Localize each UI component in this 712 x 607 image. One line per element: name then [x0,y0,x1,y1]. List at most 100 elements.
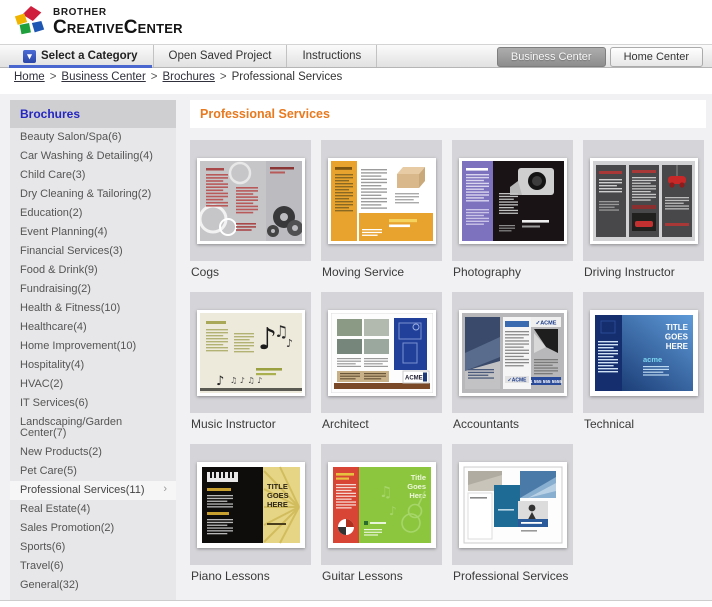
template-card[interactable] [190,140,311,261]
template-thumbnail [590,158,698,244]
tab-select-a-category[interactable]: ▾Select a Category [8,45,154,67]
sidebar-item-beauty-salon-spa[interactable]: Beauty Salon/Spa(6) [10,128,176,147]
svg-text:acme: acme [643,355,662,364]
sidebar-item-label: Landscaping/Garden Center(7) [20,416,122,439]
template-card-photography: Photography [452,140,573,284]
sidebar-item-label: Real Estate(4) [20,503,90,515]
sidebar-item-landscaping-garden-center[interactable]: Landscaping/Garden Center(7) [10,413,176,443]
sidebar-item-label: IT Services(6) [20,397,88,409]
sidebar-item-general[interactable]: General(32) [10,576,176,595]
template-name: Professional Services [453,569,573,583]
svg-text:♪: ♪ [286,337,293,350]
sidebar-item-sales-promotion[interactable]: Sales Promotion(2) [10,519,176,538]
template-thumbnail: ✓ACME ✓ACME 1 555 555 5555 [459,310,567,396]
sidebar-item-label: Event Planning(4) [20,226,107,238]
tab-label: Instructions [302,50,361,62]
sidebar-item-event-planning[interactable]: Event Planning(4) [10,223,176,242]
sidebar-item-label: Health & Fitness(10) [20,302,120,314]
tab-open-saved-project[interactable]: Open Saved Project [154,45,288,67]
svg-text:ACME: ACME [405,375,423,381]
sidebar-item-financial-services[interactable]: Financial Services(3) [10,242,176,261]
template-card[interactable] [321,140,442,261]
template-name: Accountants [453,417,573,431]
template-card[interactable]: TITLE GOES HERE [190,444,311,565]
sidebar-item-food-drink[interactable]: Food & Drink(9) [10,261,176,280]
svg-text:GOES: GOES [664,332,688,341]
breadcrumb-link-business-center[interactable]: Business Center [61,71,145,83]
sidebar-item-label: Sports(6) [20,541,65,553]
template-thumbnail: TITLE GOES HERE [197,462,305,548]
breadcrumb-separator: > [151,71,158,83]
template-name: Piano Lessons [191,569,311,583]
template-card[interactable]: ACME [321,292,442,413]
sidebar-item-new-products[interactable]: New Products(2) [10,443,176,462]
template-card[interactable] [583,140,704,261]
sidebar-item-label: Healthcare(4) [20,321,87,333]
template-card[interactable] [452,140,573,261]
sidebar: Brochures Beauty Salon/Spa(6)Car Washing… [10,100,176,600]
breadcrumb-link-home[interactable]: Home [14,71,45,83]
template-thumbnail: ♪ ♫ ♪ ♪ ♫ ♪ ♫ ♪ [197,310,305,396]
sidebar-item-hospitality[interactable]: Hospitality(4) [10,356,176,375]
sidebar-item-label: Financial Services(3) [20,245,123,257]
breadcrumb-current: Professional Services [232,71,343,83]
sidebar-item-label: General(32) [20,579,79,591]
svg-text:♫ ♪ ♫ ♪: ♫ ♪ ♫ ♪ [230,376,262,385]
template-thumbnail [459,158,567,244]
svg-text:GOES: GOES [267,491,289,500]
template-thumbnail [459,462,567,548]
center-switch: Business CenterHome Center [497,47,703,67]
svg-text:✓ACME: ✓ACME [507,377,527,383]
template-name: Architect [322,417,442,431]
sidebar-item-pet-care[interactable]: Pet Care(5) [10,462,176,481]
home-center-button[interactable]: Home Center [610,47,703,67]
brand-product: CreativeCenter [53,18,183,37]
brother-creativecenter-logo[interactable]: BROTHER CreativeCenter [13,4,183,40]
template-name: Photography [453,265,573,279]
template-name: Cogs [191,265,311,279]
template-card-architect: ACME Architect [321,292,442,436]
sidebar-item-car-washing-detailing[interactable]: Car Washing & Detailing(4) [10,147,176,166]
sidebar-item-child-care[interactable]: Child Care(3) [10,166,176,185]
template-card-technical: TITLE GOES HERE acme Technical [583,292,704,436]
sidebar-item-education[interactable]: Education(2) [10,204,176,223]
template-name: Moving Service [322,265,442,279]
template-card[interactable]: Title Goes Here ♫ ♪ [321,444,442,565]
sidebar-item-label: Beauty Salon/Spa(6) [20,131,122,143]
sidebar-item-label: Car Washing & Detailing(4) [20,150,153,162]
breadcrumb-separator: > [50,71,57,83]
template-card[interactable]: TITLE GOES HERE acme [583,292,704,413]
template-name: Driving Instructor [584,265,704,279]
template-card[interactable] [452,444,573,565]
chevron-right-icon: › [163,484,167,495]
template-card[interactable]: ♪ ♫ ♪ ♪ ♫ ♪ ♫ ♪ [190,292,311,413]
sidebar-item-label: Child Care(3) [20,169,85,181]
sidebar-item-professional-services[interactable]: Professional Services(11)› [10,481,176,500]
template-thumbnail [328,158,436,244]
sidebar-item-travel[interactable]: Travel(6) [10,557,176,576]
template-thumbnail: Title Goes Here ♫ ♪ [328,462,436,548]
svg-text:1 555 555 5555: 1 555 555 5555 [530,378,562,383]
sidebar-item-home-improvement[interactable]: Home Improvement(10) [10,337,176,356]
sidebar-item-healthcare[interactable]: Healthcare(4) [10,318,176,337]
breadcrumb-link-brochures[interactable]: Brochures [163,71,215,83]
template-name: Guitar Lessons [322,569,442,583]
template-thumbnail: TITLE GOES HERE acme [590,310,698,396]
template-card-moving-service: Moving Service [321,140,442,284]
sidebar-item-sports[interactable]: Sports(6) [10,538,176,557]
template-card-accountants: ✓ACME ✓ACME 1 555 555 5555 Accountants [452,292,573,436]
business-center-button[interactable]: Business Center [497,47,606,67]
template-card[interactable]: ✓ACME ✓ACME 1 555 555 5555 [452,292,573,413]
sidebar-item-label: Home Improvement(10) [20,340,136,352]
tab-instructions[interactable]: Instructions [287,45,377,67]
svg-text:HERE: HERE [665,342,688,351]
sidebar-item-label: Pet Care(5) [20,465,77,477]
sidebar-item-fundraising[interactable]: Fundraising(2) [10,280,176,299]
sidebar-item-health-fitness[interactable]: Health & Fitness(10) [10,299,176,318]
sidebar-item-hvac[interactable]: HVAC(2) [10,375,176,394]
sidebar-item-it-services[interactable]: IT Services(6) [10,394,176,413]
template-thumbnail: ACME [328,310,436,396]
tab-label: Select a Category [41,50,138,62]
sidebar-item-real-estate[interactable]: Real Estate(4) [10,500,176,519]
sidebar-item-dry-cleaning-tailoring[interactable]: Dry Cleaning & Tailoring(2) [10,185,176,204]
